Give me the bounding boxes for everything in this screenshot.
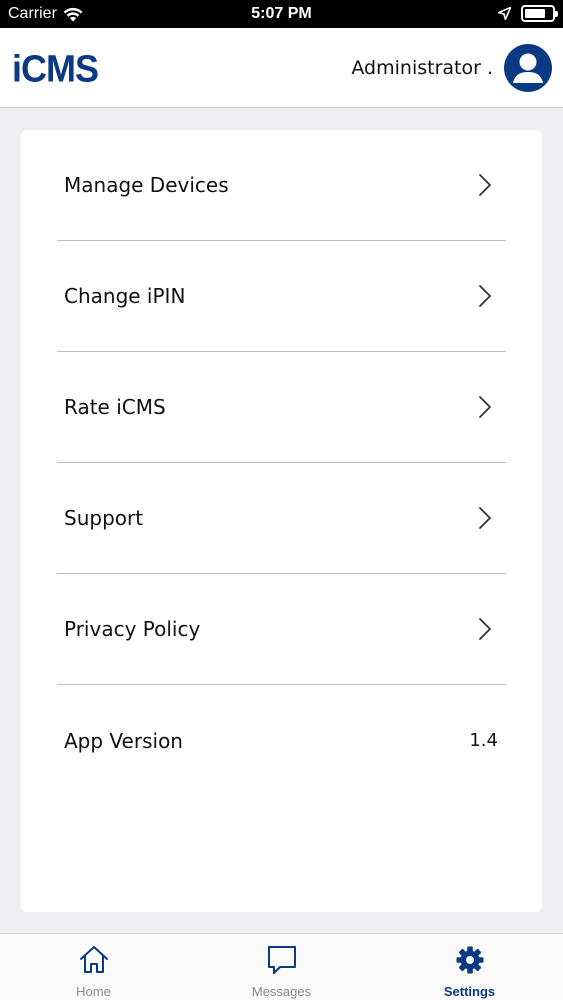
item-label: Privacy Policy xyxy=(64,617,201,641)
chevron-right-icon xyxy=(479,396,491,418)
chevron-right-icon xyxy=(479,285,491,307)
item-label: App Version xyxy=(64,728,183,753)
tab-bar: Home Messages Settings xyxy=(0,933,563,1000)
rate-app-item[interactable]: Rate iCMS xyxy=(57,352,506,463)
manage-devices-item[interactable]: Manage Devices xyxy=(57,130,506,241)
battery-icon xyxy=(521,5,558,22)
message-icon xyxy=(266,944,298,976)
status-time: 5:07 PM xyxy=(251,5,312,22)
item-label: Change iPIN xyxy=(64,284,186,308)
privacy-policy-item[interactable]: Privacy Policy xyxy=(57,574,506,685)
tab-home[interactable]: Home xyxy=(0,934,187,1000)
tab-label: Home xyxy=(76,984,111,999)
tab-label: Settings xyxy=(443,984,496,999)
status-right xyxy=(498,5,558,22)
support-item[interactable]: Support xyxy=(57,463,506,574)
user-name[interactable]: Administrator . xyxy=(351,57,493,79)
location-arrow-icon xyxy=(498,7,511,20)
battery-level xyxy=(525,9,545,18)
home-icon xyxy=(78,944,110,976)
tab-label: Messages xyxy=(251,984,312,999)
gear-icon xyxy=(455,944,485,976)
chevron-right-icon xyxy=(479,507,491,529)
item-label: Support xyxy=(64,506,144,530)
change-ipin-item[interactable]: Change iPIN xyxy=(57,241,506,352)
tab-messages[interactable]: Messages xyxy=(188,934,375,1000)
chevron-right-icon xyxy=(479,618,491,640)
app-logo: iCMS xyxy=(12,46,99,90)
settings-card: Manage Devices Change iPIN Rate iCMS Sup… xyxy=(21,130,542,912)
item-label: Rate iCMS xyxy=(64,395,166,419)
status-bar: Carrier 5:07 PM xyxy=(0,0,563,28)
chevron-right-icon xyxy=(479,174,491,196)
app-version-item: App Version 1.4 xyxy=(57,685,506,796)
item-label: Manage Devices xyxy=(64,173,229,197)
app-header: iCMS Administrator . xyxy=(0,28,563,108)
user-icon xyxy=(513,53,543,83)
avatar[interactable] xyxy=(504,44,552,92)
tab-settings[interactable]: Settings xyxy=(376,934,563,1000)
app-version-value: 1.4 xyxy=(469,730,498,751)
